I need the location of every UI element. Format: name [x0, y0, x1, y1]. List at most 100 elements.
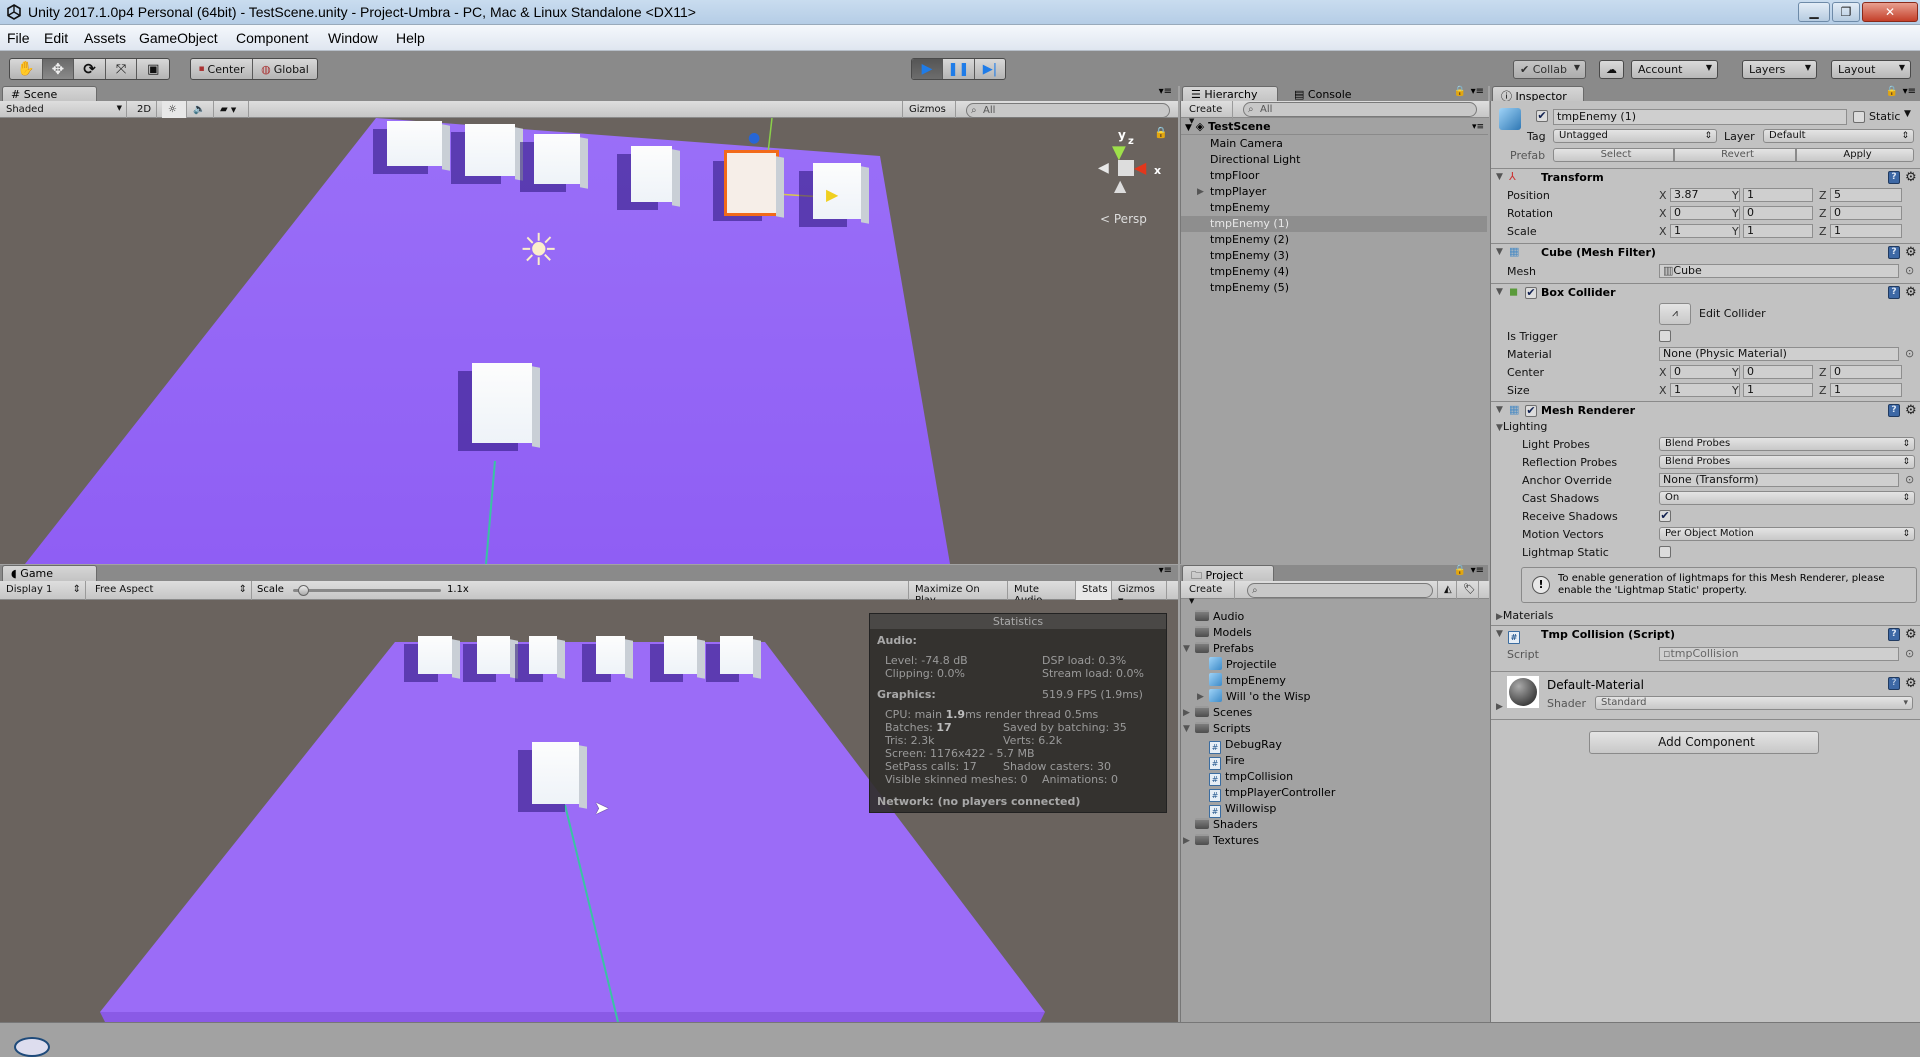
project-item[interactable]: ▼ Prefabs: [1181, 641, 1487, 657]
project-item[interactable]: # DebugRay: [1181, 737, 1487, 754]
hierarchy-search-input[interactable]: ⌕ All: [1243, 102, 1477, 117]
hierarchy-item[interactable]: tmpEnemy (5): [1181, 280, 1487, 296]
scale-z-field[interactable]: 1: [1830, 224, 1902, 238]
hierarchy-item[interactable]: tmpEnemy (2): [1181, 232, 1487, 248]
center-z-axis-label[interactable]: Z: [1819, 366, 1827, 379]
project-create-dropdown[interactable]: Create ▼: [1183, 581, 1235, 605]
selected-enemy-cube[interactable]: [724, 150, 779, 216]
project-item[interactable]: # Fire: [1181, 753, 1487, 770]
layer-dropdown[interactable]: Default ⇕: [1763, 129, 1914, 143]
prefab-apply-button[interactable]: Apply: [1796, 148, 1914, 162]
expand-closed-icon[interactable]: ▶: [1197, 184, 1204, 200]
receive-shadows-checkbox[interactable]: ✔: [1659, 510, 1671, 522]
help-book-icon[interactable]: ?: [1888, 246, 1900, 259]
menu-gameobject[interactable]: GameObject: [139, 30, 218, 46]
project-item[interactable]: tmpEnemy: [1181, 673, 1487, 689]
is-trigger-checkbox[interactable]: [1659, 330, 1671, 342]
collab-dropdown[interactable]: ✔ Collab ▼: [1513, 60, 1586, 79]
project-item[interactable]: Models: [1181, 625, 1487, 641]
move-tool-button[interactable]: ✥: [42, 59, 75, 79]
gizmo-z-handle[interactable]: ●: [748, 130, 760, 146]
panel-menu-icon[interactable]: ▾≡: [1903, 86, 1916, 97]
prefab-select-button[interactable]: Select: [1553, 148, 1674, 162]
enemy-cube[interactable]: [534, 134, 580, 184]
projection-toggle[interactable]: < Persp: [1100, 212, 1147, 226]
script-header[interactable]: ▼ # Tmp Collision (Script) ? ⚙: [1491, 625, 1920, 644]
scale-tool-button[interactable]: ⤧: [106, 59, 138, 79]
filter-by-label-button[interactable]: 🏷: [1457, 581, 1479, 600]
size-x-field[interactable]: 1: [1670, 383, 1740, 397]
gear-icon[interactable]: ⚙: [1905, 286, 1917, 299]
project-item[interactable]: # tmpCollision: [1181, 769, 1487, 786]
game-view[interactable]: ➤ Statistics Audio: Level: -74.8 dB Clip…: [0, 600, 1178, 1022]
collab-status-icon[interactable]: [14, 1037, 50, 1057]
enemy-cube[interactable]: [387, 121, 442, 166]
menu-component[interactable]: Component: [236, 30, 308, 46]
restore-button[interactable]: ❐: [1832, 2, 1860, 22]
game-gizmos-dropdown[interactable]: Gizmos ▼: [1112, 581, 1167, 605]
close-button[interactable]: ✕: [1862, 2, 1918, 22]
expand-open-icon[interactable]: ▼: [1183, 641, 1190, 657]
project-item[interactable]: ▶ Will 'o the Wisp: [1181, 689, 1487, 705]
object-picker-icon[interactable]: ⊙: [1905, 264, 1914, 277]
directional-light-icon[interactable]: ☀: [519, 229, 558, 273]
expand-closed-icon[interactable]: ▶: [1197, 689, 1204, 705]
size-y-field[interactable]: 1: [1743, 383, 1813, 397]
gear-icon[interactable]: ⚙: [1905, 677, 1917, 690]
box-collider-header[interactable]: ▼ ◼ ✔ Box Collider ? ⚙: [1491, 283, 1920, 301]
physic-material-field[interactable]: None (Physic Material): [1659, 347, 1899, 361]
project-item[interactable]: # tmpPlayerController: [1181, 785, 1487, 802]
pivot-center-button[interactable]: ▪ Center: [191, 59, 254, 79]
project-item[interactable]: Shaders: [1181, 817, 1487, 833]
size-y-axis-label[interactable]: Y: [1732, 384, 1739, 397]
center-x-field[interactable]: 0: [1670, 365, 1740, 379]
mesh-renderer-enabled-checkbox[interactable]: ✔: [1525, 405, 1537, 417]
expand-closed-icon[interactable]: ▶: [1183, 833, 1190, 849]
box-collider-enabled-checkbox[interactable]: ✔: [1525, 287, 1537, 299]
hand-tool-button[interactable]: ✋: [10, 59, 43, 79]
project-item[interactable]: Audio: [1181, 609, 1487, 625]
hierarchy-item[interactable]: tmpFloor: [1181, 168, 1487, 184]
rotate-tool-button[interactable]: ⟳: [74, 59, 106, 79]
scene-search-input[interactable]: ⌕ All: [966, 103, 1170, 118]
add-component-button[interactable]: Add Component: [1589, 731, 1819, 754]
center-y-field[interactable]: 0: [1743, 365, 1813, 379]
position-x-field[interactable]: 3.87: [1670, 188, 1740, 202]
tab-game[interactable]: ◖ Game: [2, 565, 97, 582]
rotation-z-axis-label[interactable]: Z: [1819, 207, 1827, 220]
orientation-gizmo[interactable]: y z ▼ ◀ ◀ x ▲: [1090, 128, 1170, 218]
project-item[interactable]: # Willowisp: [1181, 801, 1487, 818]
expand-closed-icon[interactable]: ▶: [1496, 702, 1503, 712]
player-cube[interactable]: [472, 363, 532, 443]
menu-help[interactable]: Help: [396, 30, 425, 46]
expand-open-icon[interactable]: ▼: [1183, 721, 1190, 737]
position-y-axis-label[interactable]: Y: [1732, 189, 1739, 202]
pivot-global-button[interactable]: ◍ Global: [253, 59, 317, 79]
expand-closed-icon[interactable]: ▶: [1183, 705, 1190, 721]
gear-icon[interactable]: ⚙: [1905, 171, 1917, 184]
scale-x-axis-label[interactable]: X: [1659, 225, 1667, 238]
size-x-axis-label[interactable]: X: [1659, 384, 1667, 397]
shader-dropdown[interactable]: Standard ▾: [1595, 696, 1913, 710]
panel-menu-icon[interactable]: ▾≡: [1159, 86, 1172, 97]
pause-button[interactable]: ❚❚: [943, 59, 975, 79]
rotation-y-axis-label[interactable]: Y: [1732, 207, 1739, 220]
scale-slider-thumb[interactable]: [298, 585, 310, 596]
gear-icon[interactable]: ⚙: [1905, 628, 1917, 641]
hierarchy-item[interactable]: Main Camera: [1181, 136, 1487, 152]
scale-slider[interactable]: [293, 585, 441, 596]
gear-icon[interactable]: ⚙: [1905, 246, 1917, 259]
mesh-field[interactable]: ▥Cube: [1659, 264, 1899, 278]
hierarchy-item[interactable]: Directional Light: [1181, 152, 1487, 168]
motion-vectors-dropdown[interactable]: Per Object Motion ⇕: [1659, 527, 1915, 541]
account-dropdown[interactable]: Account ▼: [1631, 60, 1718, 79]
position-x-axis-label[interactable]: X: [1659, 189, 1667, 202]
rotation-z-field[interactable]: 0: [1830, 206, 1902, 220]
help-book-icon[interactable]: ?: [1888, 628, 1900, 641]
gear-icon[interactable]: ⚙: [1905, 404, 1917, 417]
scene-root-row[interactable]: ▼ ◈ TestScene ▾≡: [1181, 119, 1488, 135]
cast-shadows-dropdown[interactable]: On ⇕: [1659, 491, 1915, 505]
position-z-axis-label[interactable]: Z: [1819, 189, 1827, 202]
lightmap-static-checkbox[interactable]: [1659, 546, 1671, 558]
materials-foldout[interactable]: ▶Materials: [1496, 609, 1553, 622]
